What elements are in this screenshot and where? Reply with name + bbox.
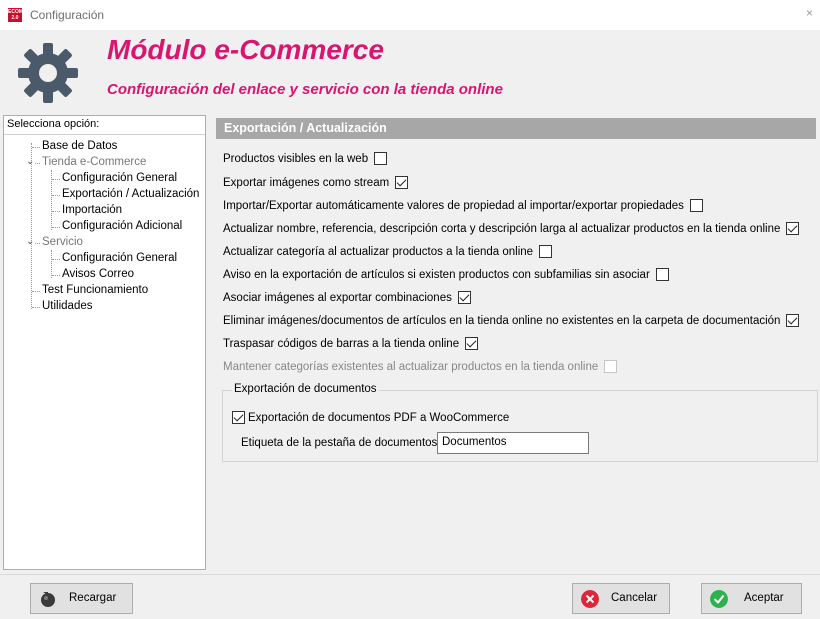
tree-item-test-funcionamiento[interactable]: Test Funcionamiento: [42, 284, 148, 296]
gear-icon: [18, 43, 78, 103]
option-label: Exportar imágenes como stream: [223, 176, 390, 189]
section-title: Exportación / Actualización: [216, 118, 816, 139]
option-label: Mantener categorías existentes al actual…: [223, 360, 599, 373]
option-row: Mantener categorías existentes al actual…: [223, 360, 618, 373]
tree-line: [35, 163, 40, 164]
tree-item-servicio[interactable]: Servicio: [42, 236, 83, 248]
tree-item-utilidades[interactable]: Utilidades: [42, 300, 93, 312]
tree-line: [35, 243, 40, 244]
tree-item-tienda-ecommerce[interactable]: Tienda e-Commerce: [42, 156, 146, 168]
tree-item-configuracion-adicional[interactable]: Configuración Adicional: [62, 220, 182, 232]
documents-tab-input[interactable]: Documentos: [437, 432, 589, 454]
header: Módulo e-Commerce Configuración del enla…: [0, 30, 820, 113]
divider: [0, 574, 820, 575]
tree-item-exportacion-actualizacion[interactable]: Exportación / Actualización: [62, 188, 199, 200]
page-title: Módulo e-Commerce: [107, 34, 384, 65]
pdf-export-option: Exportación de documentos PDF a WooComme…: [232, 411, 509, 424]
cancel-icon: [581, 590, 599, 608]
option-row: Actualizar categoría al actualizar produ…: [223, 245, 553, 258]
tree-line: [52, 211, 60, 212]
accept-label: Aceptar: [744, 592, 784, 604]
reload-button[interactable]: Recargar: [30, 583, 133, 614]
close-button[interactable]: ×: [806, 6, 818, 22]
option-checkbox[interactable]: [374, 152, 388, 165]
tree-item-importacion[interactable]: Importación: [62, 204, 122, 216]
tree-line: [52, 195, 60, 196]
options-tree: Selecciona opción: Base de Datos ⌄ Tiend…: [3, 115, 206, 570]
option-label: Aviso en la exportación de artículos si …: [223, 268, 650, 281]
option-checkbox[interactable]: [539, 245, 553, 258]
window-title: Configuración: [30, 8, 105, 22]
option-checkbox[interactable]: [395, 176, 409, 189]
tree-line: [52, 227, 60, 228]
option-label: Asociar imágenes al exportar combinacion…: [223, 291, 452, 304]
chevron-down-icon[interactable]: ⌄: [26, 236, 34, 247]
option-checkbox[interactable]: [689, 199, 703, 212]
tree-line: [31, 143, 32, 309]
reload-label: Recargar: [69, 592, 117, 604]
pdf-export-label: Exportación de documentos PDF a WooComme…: [248, 411, 510, 424]
reload-icon: [41, 592, 55, 607]
tree-line: [52, 259, 60, 260]
option-checkbox[interactable]: [786, 314, 800, 327]
chevron-down-icon[interactable]: ⌄: [26, 156, 34, 167]
tree-label: Selecciona opción:: [7, 118, 100, 130]
option-label: Traspasar códigos de barras a la tienda …: [223, 337, 460, 350]
page-subtitle: Configuración del enlace y servicio con …: [107, 81, 503, 98]
tree-line: [52, 179, 60, 180]
cancel-label: Cancelar: [611, 592, 658, 604]
tree-item-servicio-configuracion-general[interactable]: Configuración General: [62, 252, 177, 264]
option-row: Eliminar imágenes/documentos de artículo…: [223, 314, 800, 327]
title-bar: ECOM 2.0 Configuración ×: [0, 0, 820, 30]
accept-button[interactable]: Aceptar: [701, 583, 802, 614]
tree-line: [32, 147, 40, 148]
option-checkbox[interactable]: [655, 268, 669, 281]
documents-group: Exportación de documentos Exportación de…: [222, 383, 818, 462]
option-label: Eliminar imágenes/documentos de artículo…: [223, 314, 781, 327]
tree-item-base-de-datos[interactable]: Base de Datos: [42, 140, 117, 152]
option-row: Aviso en la exportación de artículos si …: [223, 268, 669, 281]
tree-line: [32, 307, 40, 308]
tree-line: [32, 291, 40, 292]
option-checkbox[interactable]: [604, 360, 618, 373]
option-row: Productos visibles en la web: [223, 152, 388, 165]
option-row: Asociar imágenes al exportar combinacion…: [223, 291, 471, 304]
group-title: Exportación de documentos: [232, 383, 379, 395]
tree-line: [51, 250, 52, 278]
cancel-button[interactable]: Cancelar: [572, 583, 670, 614]
option-checkbox[interactable]: [457, 291, 471, 304]
option-checkbox[interactable]: [465, 337, 479, 350]
option-row: Traspasar códigos de barras a la tienda …: [223, 337, 479, 350]
option-row: Importar/Exportar automáticamente valore…: [223, 199, 703, 212]
option-row: Actualizar nombre, referencia, descripci…: [223, 222, 800, 235]
app-icon: ECOM 2.0: [8, 8, 23, 22]
option-row: Exportar imágenes como stream: [223, 176, 409, 189]
option-label: Productos visibles en la web: [223, 152, 369, 165]
check-icon: [710, 590, 728, 608]
tree-item-avisos-correo[interactable]: Avisos Correo: [62, 268, 134, 280]
pdf-export-checkbox[interactable]: [232, 411, 245, 424]
option-checkbox[interactable]: [786, 222, 800, 235]
tree-item-configuracion-general[interactable]: Configuración General: [62, 172, 177, 184]
divider: [4, 134, 205, 135]
settings-panel: Exportación / Actualización Productos vi…: [213, 115, 818, 570]
option-label: Importar/Exportar automáticamente valore…: [223, 199, 684, 212]
option-label: Actualizar nombre, referencia, descripci…: [223, 222, 781, 235]
option-label: Actualizar categoría al actualizar produ…: [223, 245, 534, 258]
tree-line: [52, 275, 60, 276]
tab-label: Etiqueta de la pestaña de documentos:: [241, 437, 441, 449]
